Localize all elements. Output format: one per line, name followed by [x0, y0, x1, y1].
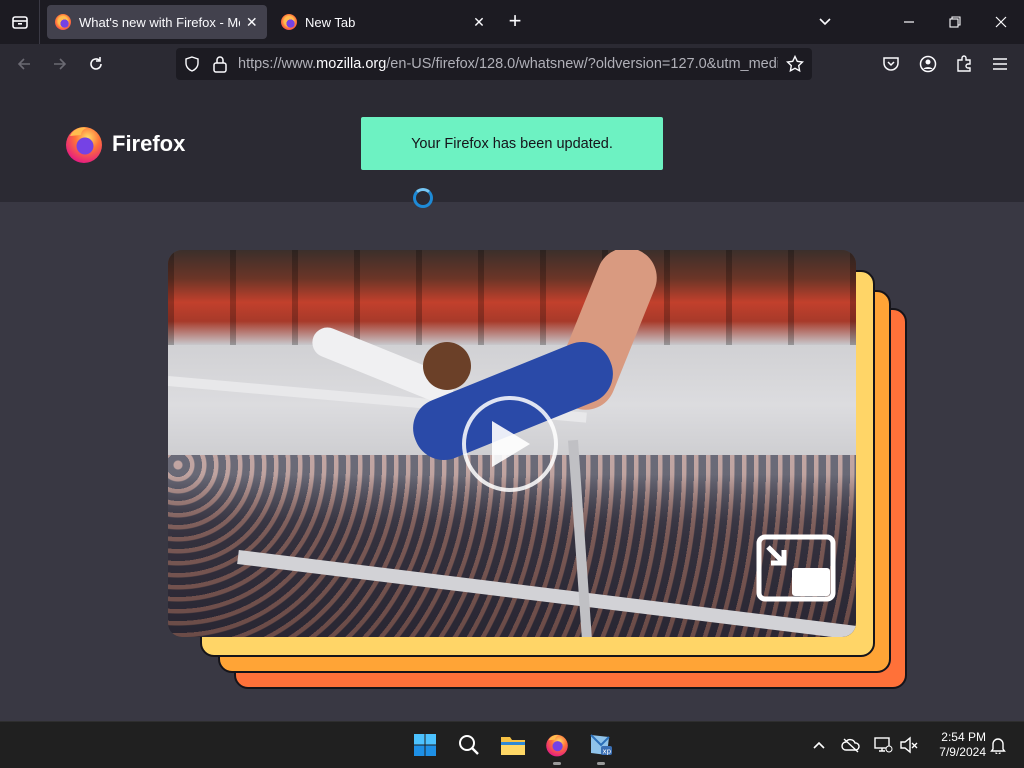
reload-button[interactable] [82, 50, 110, 78]
file-explorer-icon [501, 737, 525, 755]
svg-text:xp: xp [603, 748, 612, 756]
network-tray-button[interactable] [870, 730, 896, 760]
taskbar-clock[interactable]: 2:54 PM 7/9/2024 [928, 730, 986, 760]
running-indicator [553, 762, 561, 765]
play-icon [492, 421, 530, 467]
firefox-icon [66, 127, 102, 163]
notification-bell-icon [990, 738, 1006, 754]
show-hidden-icons-button[interactable] [806, 730, 832, 760]
firefox-icon [281, 14, 297, 30]
search-icon [459, 735, 479, 755]
volume-muted-icon [900, 736, 918, 754]
minimize-button[interactable] [886, 0, 932, 44]
restore-button[interactable] [932, 0, 978, 44]
tab-overflow-button[interactable] [802, 0, 848, 44]
bookmark-star-button[interactable] [785, 54, 805, 78]
volume-tray-button[interactable] [896, 730, 922, 760]
start-button[interactable] [410, 730, 440, 760]
chevron-up-icon [813, 741, 825, 749]
clock-date: 7/9/2024 [939, 745, 986, 759]
url-text[interactable]: https://www.mozilla.org/en-US/firefox/12… [238, 48, 778, 80]
navigation-toolbar: https://www.mozilla.org/en-US/firefox/12… [0, 44, 1024, 84]
windows-taskbar: xp 2:54 PM 7/9/2024 [0, 721, 1024, 768]
account-icon [919, 55, 937, 73]
running-indicator [597, 762, 605, 765]
video-background-stands [168, 250, 856, 345]
account-button[interactable] [914, 50, 942, 78]
loading-spinner-icon [413, 188, 433, 208]
url-host: mozilla.org [316, 56, 387, 72]
close-window-button[interactable] [978, 0, 1024, 44]
shield-icon [185, 56, 199, 72]
page-header: Firefox Your Firefox has been updated. [0, 84, 1024, 202]
xp-app-taskbar-button[interactable]: xp [586, 730, 616, 765]
list-all-tabs-button[interactable] [0, 0, 40, 44]
firefox-icon [55, 14, 71, 30]
hamburger-menu-icon [993, 58, 1007, 70]
banner-text: Your Firefox has been updated. [411, 135, 613, 152]
close-icon[interactable]: ✕ [244, 14, 259, 31]
tab-whats-new[interactable]: What's new with Firefox - More ✕ [47, 5, 267, 39]
notifications-button[interactable] [986, 730, 1010, 760]
chevron-down-icon [819, 18, 831, 26]
logo-text: Firefox [112, 131, 186, 156]
app-menu-button[interactable] [986, 50, 1014, 78]
video-gymnast-head [423, 342, 471, 390]
tab-title: New Tab [305, 14, 356, 30]
url-path: /en-US/firefox/128.0/whatsnew/?oldversio… [386, 56, 778, 72]
picture-in-picture-icon [756, 534, 836, 602]
minimize-icon [904, 21, 914, 23]
restore-icon [949, 16, 961, 28]
site-info-icon[interactable] [212, 55, 228, 78]
tab-new-tab[interactable]: New Tab ✕ [273, 5, 495, 39]
close-icon[interactable]: ✕ [471, 14, 487, 31]
arrow-right-icon [54, 58, 67, 70]
xp-app-icon: xp [590, 734, 612, 756]
play-button[interactable] [462, 396, 558, 492]
tab-title: What's new with Firefox - More [79, 14, 241, 30]
tracking-protection-icon[interactable] [184, 56, 200, 77]
tab-bar: What's new with Firefox - More ✕ New Tab… [0, 0, 1024, 44]
arrow-left-icon [17, 58, 30, 70]
page-content: Firefox Your Firefox has been updated. [0, 84, 1024, 721]
windows-start-icon [414, 734, 436, 756]
firefox-taskbar-button[interactable] [542, 730, 572, 765]
reload-icon [90, 57, 102, 70]
close-icon [995, 16, 1007, 28]
onedrive-offline-icon [841, 738, 860, 753]
url-bar[interactable]: https://www.mozilla.org/en-US/firefox/12… [176, 48, 812, 80]
picture-in-picture-button[interactable] [756, 534, 836, 604]
url-prefix: https://www. [238, 56, 317, 72]
file-explorer-button[interactable] [498, 730, 528, 760]
tab-list-icon [11, 16, 28, 29]
pocket-icon [883, 57, 899, 71]
star-icon [785, 54, 805, 73]
video-player[interactable] [168, 250, 856, 637]
firefox-logo[interactable]: Firefox [64, 124, 185, 164]
network-icon [874, 737, 893, 753]
firefox-icon [546, 734, 568, 757]
puzzle-icon [957, 55, 971, 72]
pocket-button[interactable] [877, 50, 905, 78]
back-button[interactable] [10, 50, 38, 78]
new-tab-button[interactable]: + [503, 10, 527, 34]
forward-button[interactable] [46, 50, 74, 78]
taskbar-search-button[interactable] [454, 730, 484, 760]
extensions-button[interactable] [950, 50, 978, 78]
onedrive-tray-button[interactable] [838, 730, 864, 760]
update-notification-banner: Your Firefox has been updated. [361, 117, 663, 170]
clock-time: 2:54 PM [941, 730, 986, 744]
lock-icon [213, 56, 227, 73]
